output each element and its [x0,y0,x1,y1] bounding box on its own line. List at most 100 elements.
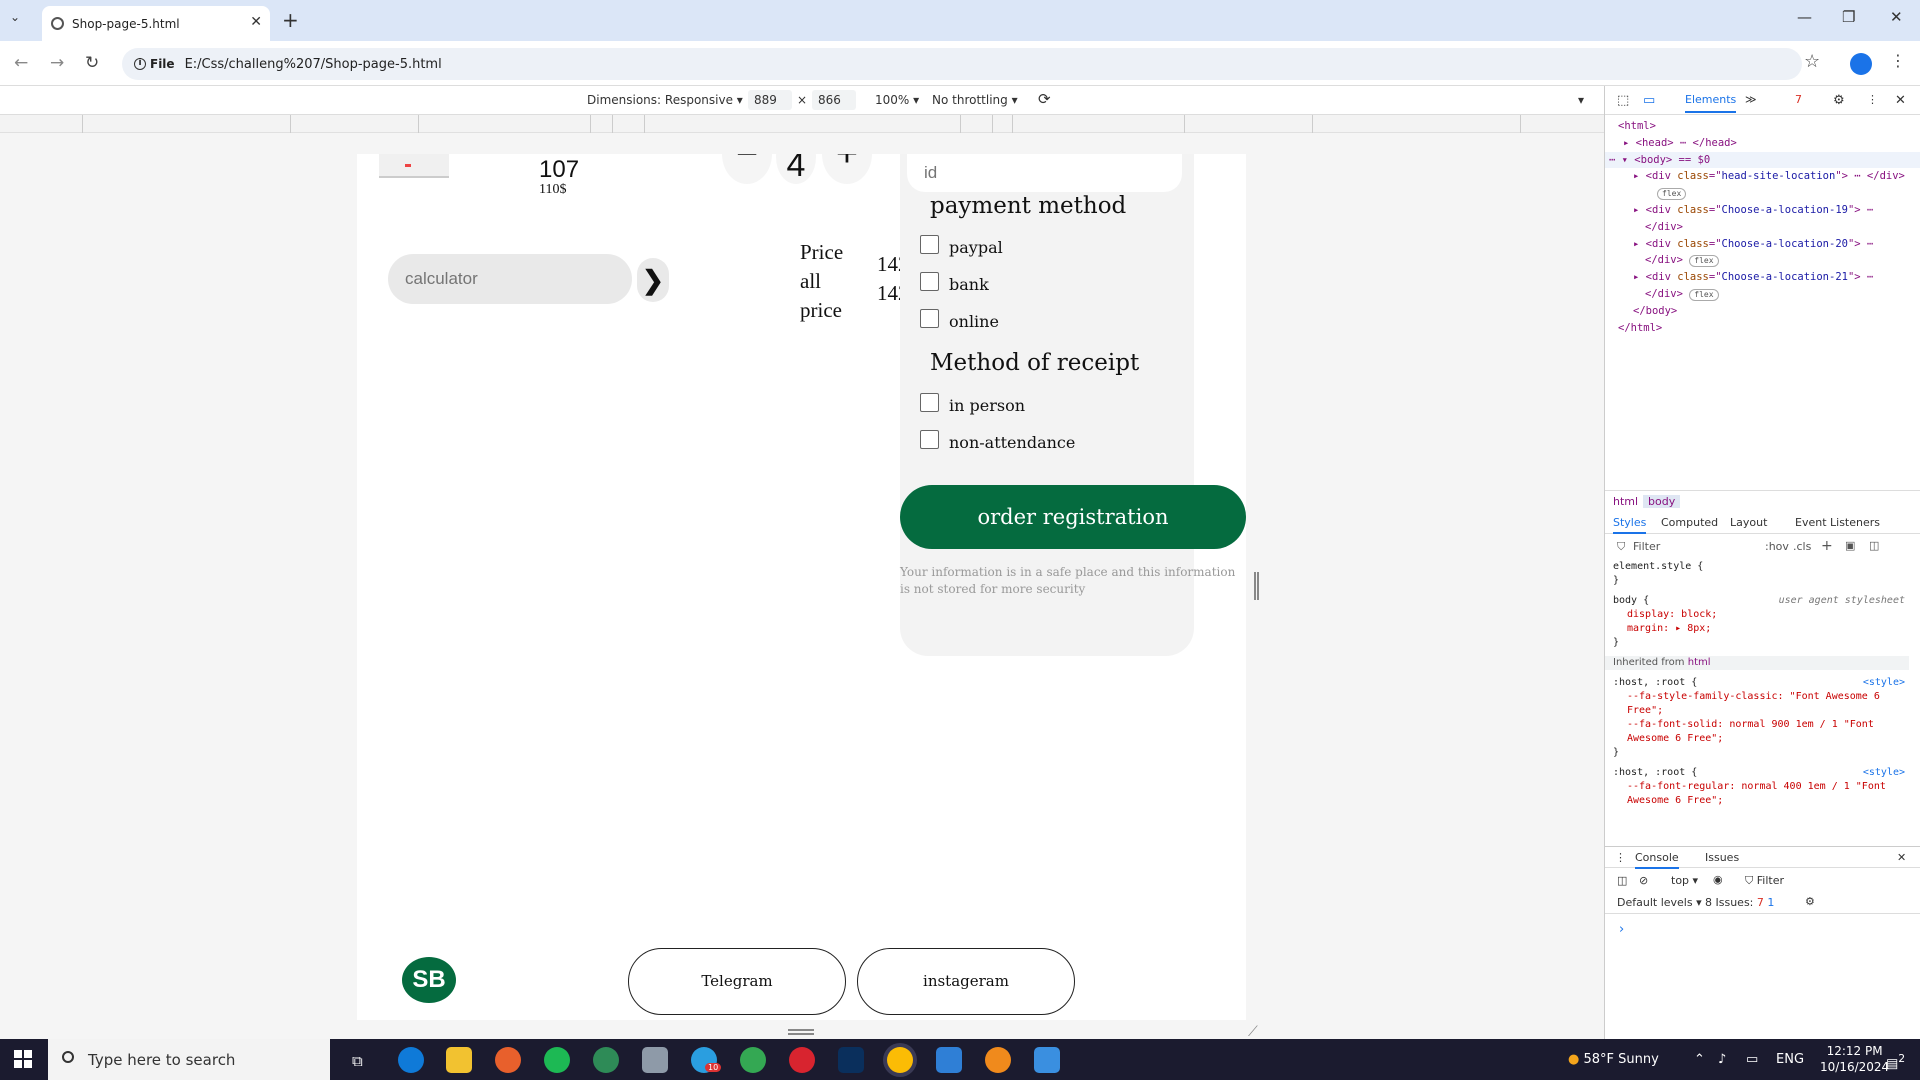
viewport-resize-handle-right[interactable] [1254,572,1259,600]
console-settings-icon[interactable]: ⚙ [1805,895,1815,908]
checkbox[interactable] [920,393,939,412]
style-source-link[interactable]: <style> [1863,766,1905,780]
hov-toggle[interactable]: :hov [1765,540,1789,553]
language-indicator[interactable]: ENG [1776,1052,1804,1067]
spotify-icon[interactable] [544,1047,570,1073]
profile-avatar[interactable] [1850,53,1872,75]
tab-search-icon[interactable]: ⌄ [10,10,20,24]
chrome-profile-icon[interactable] [740,1047,766,1073]
receipt-option-non-attendance[interactable]: non-attendance [920,430,1075,452]
telegram-button[interactable]: Telegram [628,948,846,1015]
checkbox[interactable] [920,235,939,254]
edge-icon[interactable] [398,1047,424,1073]
opera-icon[interactable] [789,1047,815,1073]
app-icon[interactable] [985,1047,1011,1073]
devtools-menu-icon[interactable]: ⋮ [1867,93,1878,106]
tray-overflow-icon[interactable]: ⌃ [1694,1052,1705,1067]
error-count-badge[interactable]: 7 [1795,93,1802,106]
photoshop-icon[interactable] [838,1047,864,1073]
paint-icon[interactable]: ▣ [1845,539,1855,552]
flex-badge[interactable]: flex [1657,188,1687,201]
crumb-html[interactable]: html [1613,495,1638,508]
console-prompt[interactable]: › [1619,922,1624,937]
payment-option-bank[interactable]: bank [920,272,989,294]
dom-node-div[interactable]: ▸ <div class="Choose-a-location-19"> ⋯ [1605,202,1920,219]
style-prop-margin[interactable]: margin: ▸ 8px; [1605,622,1909,636]
width-input[interactable]: 889 [748,90,792,110]
payment-option-paypal[interactable]: paypal [920,235,1003,257]
back-icon[interactable]: ← [14,53,28,73]
site-logo[interactable]: SB [402,957,456,1003]
style-prop-fa-family[interactable]: --fa-style-family-classic: "Font Awesome… [1605,690,1909,718]
flex-badge[interactable]: flex [1689,288,1719,301]
site-info-chip[interactable]: i File [134,57,175,71]
reload-icon[interactable]: ↻ [85,53,99,73]
firefox-icon[interactable] [495,1047,521,1073]
tab-computed[interactable]: Computed [1661,516,1718,529]
cls-toggle[interactable]: .cls [1793,540,1811,553]
forward-icon[interactable]: → [50,53,64,73]
dom-node-html[interactable]: <html> [1605,118,1920,135]
file-explorer-icon[interactable] [446,1047,472,1073]
task-view-icon[interactable]: ⧉ [352,1052,363,1070]
notification-icon[interactable]: ▤2 [1886,1052,1905,1071]
style-rule-body[interactable]: body {user agent stylesheet [1605,594,1909,608]
minimize-icon[interactable]: — [1797,8,1812,26]
decrease-button[interactable]: − [722,154,772,184]
increase-button[interactable]: + [822,154,872,184]
tab-console[interactable]: Console [1635,851,1679,869]
inspect-icon[interactable]: ⬚ [1617,93,1629,108]
bookmark-star-icon[interactable]: ☆ [1804,51,1820,72]
style-rule-selector[interactable]: element.style { [1605,560,1909,574]
styles-filter-input[interactable]: Filter [1633,540,1660,553]
vscode-icon[interactable] [936,1047,962,1073]
window-close-icon[interactable]: ✕ [1890,8,1903,26]
dom-node-div[interactable]: ▸ <div class="head-site-location"> ⋯ </d… [1605,168,1920,185]
drawer-menu-icon[interactable]: ⋮ [1615,851,1626,864]
id-input[interactable] [907,154,1182,192]
restore-icon[interactable]: ❐ [1842,8,1855,26]
tab-styles[interactable]: Styles [1613,516,1647,534]
dom-node-body[interactable]: ⋯ ▾ <body> == $0 [1605,151,1920,169]
tab-issues[interactable]: Issues [1705,851,1739,864]
tab-elements[interactable]: Elements [1685,93,1737,113]
style-prop-fa-regular[interactable]: --fa-font-regular: normal 400 1em / 1 "F… [1605,780,1909,808]
console-sidebar-icon[interactable]: ◫ [1617,874,1627,887]
style-rule-root[interactable]: :host, :root {<style> [1605,676,1909,690]
chrome-icon[interactable] [887,1047,913,1073]
tab-layout[interactable]: Layout [1730,516,1767,529]
instagram-button[interactable]: instageram [857,948,1075,1015]
media-query-ruler[interactable] [0,115,1604,133]
style-rule-root[interactable]: :host, :root {<style> [1605,766,1909,780]
edge-dev-icon[interactable] [593,1047,619,1073]
url-text[interactable]: E:/Css/challeng%207/Shop-page-5.html [185,57,442,72]
checkbox[interactable] [920,272,939,291]
viewport-resize-corner[interactable]: ⟋ [1248,1024,1258,1040]
dom-node-div[interactable]: ▸ <div class="Choose-a-location-21"> ⋯ [1605,269,1920,286]
toolbar-menu-icon[interactable]: ▾ [1578,93,1584,107]
style-source-link[interactable]: <style> [1863,676,1905,690]
issues-counter[interactable]: 8 Issues: 7 1 [1705,896,1774,909]
payment-option-online[interactable]: online [920,309,999,331]
dimensions-dropdown[interactable]: Dimensions: Responsive ▾ [587,93,743,107]
order-registration-button[interactable]: order registration [900,485,1246,549]
new-tab-button[interactable]: + [282,8,299,32]
windows-start-icon[interactable] [14,1050,32,1068]
live-expression-eye-icon[interactable]: ◉ [1713,873,1723,886]
device-toggle-icon[interactable]: ▭ [1643,93,1655,108]
crumb-body[interactable]: body [1643,495,1681,508]
receipt-option-in-person[interactable]: in person [920,393,1025,415]
levels-dropdown[interactable]: Default levels ▾ [1617,896,1702,909]
browser-menu-icon[interactable]: ⋮ [1890,51,1906,70]
context-dropdown[interactable]: top ▾ [1671,874,1698,887]
more-tabs-icon[interactable]: ≫ [1745,93,1757,106]
checkbox[interactable] [920,430,939,449]
devtools-close-icon[interactable]: ✕ [1895,93,1906,108]
height-input[interactable]: 866 [812,90,856,110]
sidebar-toggle-icon[interactable]: ◫ [1869,539,1879,552]
app-icon[interactable] [642,1047,668,1073]
clock[interactable]: 12:12 PM 10/16/2024 [1820,1043,1889,1075]
close-tab-icon[interactable]: ✕ [250,14,262,30]
volume-icon[interactable]: ♪ [1718,1052,1726,1067]
weather-widget[interactable]: ● 58°F Sunny [1568,1052,1659,1067]
